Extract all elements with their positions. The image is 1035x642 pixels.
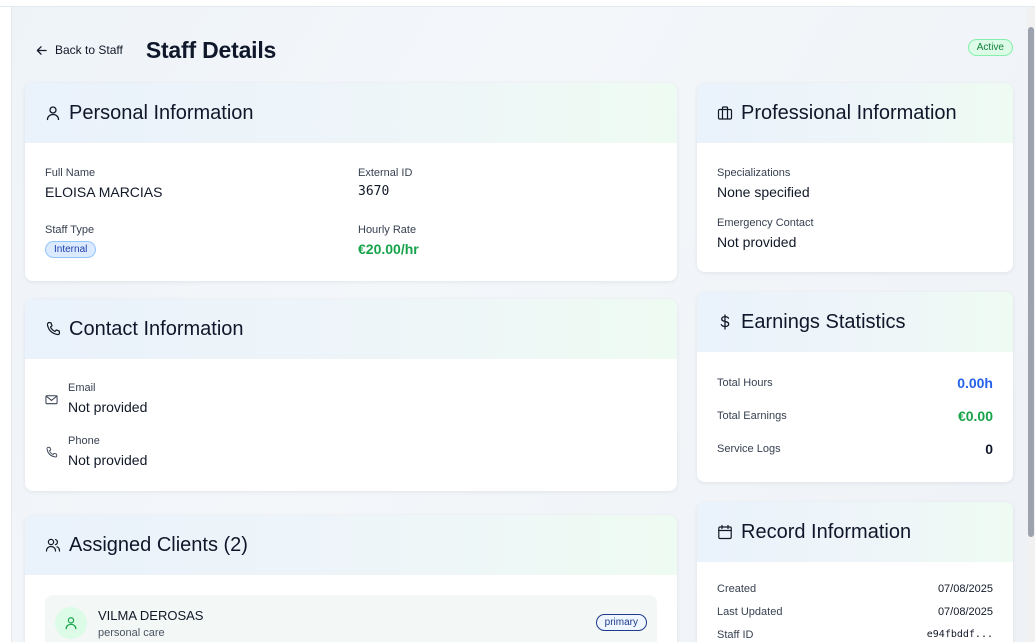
specializations-field: Specializations None specified	[717, 167, 810, 200]
created-row: Created 07/08/2025	[717, 583, 993, 595]
staff-type-label: Staff Type	[45, 224, 95, 236]
earnings-statistics-header: Earnings Statistics	[697, 292, 1013, 352]
email-label: Email	[68, 382, 96, 394]
mail-icon	[45, 395, 58, 405]
personal-information-header: Personal Information	[25, 83, 677, 143]
page-title: Staff Details	[145, 36, 277, 63]
professional-information-title: Professional Information	[741, 101, 957, 124]
specializations-value: None specified	[717, 184, 810, 200]
professional-information-card: Professional Information Specializations…	[697, 83, 1013, 272]
phone-label: Phone	[68, 435, 100, 447]
external-id-label: External ID	[358, 167, 413, 179]
specializations-label: Specializations	[717, 167, 791, 179]
phone-value: Not provided	[68, 452, 148, 468]
assigned-clients-title: Assigned Clients (2)	[69, 533, 248, 556]
total-earnings-row: Total Earnings €0.00	[717, 408, 993, 424]
last-updated-label: Last Updated	[717, 606, 783, 618]
client-name: VILMA DEROSAS	[98, 608, 204, 623]
top-bar	[0, 0, 1035, 7]
professional-information-header: Professional Information	[697, 83, 1013, 143]
created-label: Created	[717, 583, 757, 595]
service-logs-value: 0	[985, 441, 993, 457]
arrow-left-icon	[36, 45, 47, 55]
hourly-rate-label: Hourly Rate	[358, 224, 417, 236]
scrollbar-thumb[interactable]	[1028, 27, 1034, 537]
record-information-title: Record Information	[741, 520, 912, 543]
page-header: Back to Staff Staff Details Active	[36, 34, 1016, 66]
personal-information-card: Personal Information Full Name ELOISA MA…	[25, 83, 677, 281]
record-information-card: Record Information Created 07/08/2025 La…	[697, 502, 1013, 642]
staff-type-badge: Internal	[45, 241, 97, 258]
total-earnings-label: Total Earnings	[717, 410, 787, 422]
contact-information-title: Contact Information	[69, 317, 244, 340]
earnings-statistics-title: Earnings Statistics	[741, 310, 906, 333]
assigned-clients-card: Assigned Clients (2) VILMA DEROSAS perso…	[25, 515, 677, 642]
staff-id-row: Staff ID e94fbddf...	[717, 629, 993, 641]
full-name-label: Full Name	[45, 167, 96, 179]
hourly-rate-field: Hourly Rate €20.00/hr	[358, 224, 419, 257]
status-badge: Active	[967, 39, 1013, 56]
calendar-icon	[718, 524, 732, 540]
assigned-clients-header: Assigned Clients (2)	[25, 515, 677, 575]
phone-icon	[46, 446, 58, 458]
back-label: Back to Staff	[55, 43, 123, 57]
scrollbar[interactable]	[1027, 7, 1035, 642]
sidebar-edge	[0, 7, 12, 642]
hourly-rate-value: €20.00/hr	[358, 241, 419, 257]
briefcase-icon	[717, 106, 733, 120]
client-primary-badge: primary	[595, 614, 647, 631]
last-updated-row: Last Updated 07/08/2025	[717, 606, 993, 618]
phone-icon	[46, 321, 61, 336]
total-hours-row: Total Hours 0.00h	[717, 375, 993, 391]
external-id-field: External ID 3670	[358, 167, 412, 199]
record-information-header: Record Information	[697, 502, 1013, 562]
service-logs-row: Service Logs 0	[717, 441, 993, 457]
emergency-contact-label: Emergency Contact	[717, 217, 814, 229]
staff-type-field: Staff Type Internal	[45, 224, 97, 258]
contact-information-card: Contact Information Email Not provided P…	[25, 299, 677, 491]
created-value: 07/08/2025	[937, 583, 993, 595]
full-name-field: Full Name ELOISA MARCIAS	[45, 167, 162, 200]
client-service: personal care	[98, 627, 165, 639]
external-id-value: 3670	[358, 184, 390, 199]
email-row: Email Not provided	[45, 382, 147, 415]
service-logs-label: Service Logs	[717, 443, 781, 455]
total-earnings-value: €0.00	[957, 408, 993, 424]
users-icon	[45, 538, 61, 552]
personal-information-title: Personal Information	[69, 101, 254, 124]
emergency-contact-value: Not provided	[717, 234, 797, 250]
earnings-statistics-card: Earnings Statistics Total Hours 0.00h To…	[697, 292, 1013, 482]
total-hours-label: Total Hours	[717, 377, 773, 389]
last-updated-value: 07/08/2025	[937, 606, 993, 618]
email-value: Not provided	[68, 399, 148, 415]
phone-row: Phone Not provided	[45, 435, 147, 468]
total-hours-value: 0.00h	[957, 375, 993, 391]
contact-information-header: Contact Information	[25, 299, 677, 359]
client-avatar	[55, 607, 87, 639]
user-icon	[65, 617, 77, 630]
client-list-item[interactable]: VILMA DEROSAS personal care primary	[45, 595, 657, 642]
staff-id-value: e94fbddf...	[926, 629, 993, 640]
full-name-value: ELOISA MARCIAS	[45, 184, 163, 200]
back-to-staff-link[interactable]: Back to Staff	[36, 43, 123, 57]
emergency-contact-field: Emergency Contact Not provided	[717, 217, 814, 250]
user-icon	[46, 106, 60, 121]
staff-id-label: Staff ID	[717, 629, 754, 641]
dollar-icon	[720, 314, 730, 330]
